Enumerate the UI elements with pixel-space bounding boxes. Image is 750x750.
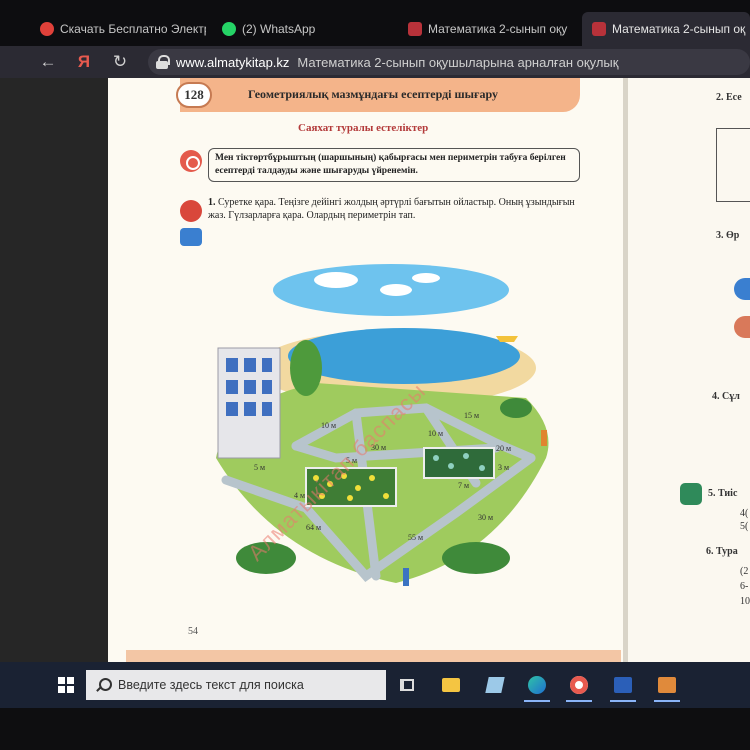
orange-marker — [734, 316, 750, 338]
label-3m: 3 м — [498, 463, 509, 472]
label-15m: 15 м — [464, 411, 479, 420]
lesson-title: Геометриялық мазмұндағы есептерді шығару — [248, 87, 498, 101]
task-number: 1. — [208, 197, 216, 208]
search-icon — [96, 678, 112, 692]
task-1: 1. Суретке қара. Теңізге дейінгі жолдың … — [208, 196, 580, 222]
textbook-page: 128 Геометриялық мазмұндағы есептерді шы… — [108, 78, 623, 662]
blue-marker — [734, 278, 750, 300]
label-20m: 20 м — [496, 444, 511, 453]
label-5m-a: 5 м — [254, 463, 265, 472]
bush — [500, 398, 532, 418]
cloud — [314, 272, 358, 288]
tab-download[interactable]: Скачать Бесплатно Электр — [30, 12, 206, 46]
search-placeholder: Введите здесь текст для поиска — [118, 678, 304, 692]
item-4: 4. Сұл — [712, 391, 740, 402]
book-icon — [592, 22, 606, 36]
item-6-line: 6- — [740, 581, 749, 592]
tab-math-1[interactable]: Математика 2-сынып оқу — [398, 12, 578, 46]
tab-math-active[interactable]: Математика 2-сынып оқ ✕ — [582, 12, 750, 46]
tab-label: Математика 2-сынып оқ — [612, 22, 746, 36]
label-10m-a: 10 м — [321, 421, 336, 430]
target-icon — [180, 150, 202, 172]
item-2: 2. Есе — [716, 92, 742, 103]
item-5-line: 4( — [740, 508, 749, 519]
book-icon — [408, 22, 422, 36]
page-viewport[interactable]: 128 Геометриялық мазмұндағы есептерді шы… — [0, 78, 750, 662]
task-text: Суретке қара. Теңізге дейінгі жолдың әрт… — [208, 197, 575, 221]
cloud — [412, 273, 440, 283]
green-task-icon — [680, 483, 702, 505]
label-10m-b: 10 м — [428, 429, 443, 438]
red-circle-icon — [40, 22, 54, 36]
label-7m: 7 м — [458, 481, 469, 490]
photos-icon[interactable] — [650, 670, 684, 702]
lesson-header: 128 Геометриялық мазмұндағы есептерді шы… — [176, 78, 580, 112]
yandex-button[interactable]: Я — [66, 52, 102, 72]
item-6: 6. Тура — [706, 546, 738, 557]
item-6-line: (2 — [740, 566, 749, 577]
lesson-number: 128 — [176, 82, 212, 108]
word-icon[interactable] — [606, 670, 640, 702]
browser-tab-bar: Скачать Бесплатно Электр (2) WhatsApp Ма… — [0, 0, 750, 46]
edge-icon[interactable] — [520, 670, 554, 702]
item-5: 5. Тиіс — [708, 488, 738, 499]
task-view-icon[interactable] — [390, 670, 424, 700]
tab-label: Скачать Бесплатно Электр — [60, 22, 206, 36]
url-host: www.almatykitap.kz — [176, 54, 290, 70]
yandex-browser-icon[interactable] — [562, 670, 596, 702]
url-field[interactable]: www.almatykitap.kz Математика 2-сынып оқ… — [148, 49, 750, 75]
address-bar-row: ← Я ↻ www.almatykitap.kz Математика 2-сы… — [0, 46, 750, 78]
next-page-partial: 2. Есе 3. Өр 4. Сұл 5. Тиіс 4( 5( 6. Тур… — [628, 78, 750, 662]
tab-whatsapp[interactable]: (2) WhatsApp — [212, 12, 390, 46]
back-button[interactable]: ← — [30, 52, 66, 72]
file-explorer-icon[interactable] — [434, 670, 468, 700]
learning-goal: Мен тіктөртбұрыштың (шаршының) қабырғасы… — [208, 148, 580, 182]
bush — [442, 542, 510, 574]
windows-taskbar: Введите здесь текст для поиска — [0, 662, 750, 708]
lesson-subtitle: Саяхат туралы естеліктер — [298, 122, 429, 134]
page-number: 54 — [188, 626, 198, 637]
tab-label: (2) WhatsApp — [242, 22, 316, 36]
notes-icon[interactable] — [478, 670, 512, 700]
page-footer-band — [126, 650, 621, 662]
label-55m: 55 м — [408, 533, 423, 542]
start-button[interactable] — [58, 677, 74, 693]
item-6-line: 10 — [740, 596, 750, 607]
label-30m-b: 30 м — [478, 513, 493, 522]
tree — [290, 340, 322, 396]
url-page-title: Математика 2-сынып оқушыларына арналған … — [297, 54, 619, 70]
reload-button[interactable]: ↻ — [102, 52, 138, 72]
lock-icon — [156, 55, 170, 69]
building-windows — [226, 358, 272, 416]
whatsapp-icon — [222, 22, 236, 36]
cloud — [380, 284, 412, 296]
flower-bed-2 — [423, 447, 495, 479]
pair-work-icon — [180, 228, 202, 246]
figure-box — [716, 128, 750, 202]
taskbar-search-input[interactable]: Введите здесь текст для поиска — [86, 670, 386, 700]
person — [403, 568, 409, 586]
item-5-line: 5( — [740, 521, 749, 532]
sea — [288, 328, 520, 384]
item-3: 3. Өр — [716, 230, 740, 241]
person — [541, 430, 547, 446]
tab-label: Математика 2-сынып оқу — [428, 22, 568, 36]
speech-icon — [180, 200, 202, 222]
viewer-background — [0, 78, 108, 662]
label-64m: 64 м — [306, 523, 321, 532]
desk-surface — [0, 708, 750, 750]
